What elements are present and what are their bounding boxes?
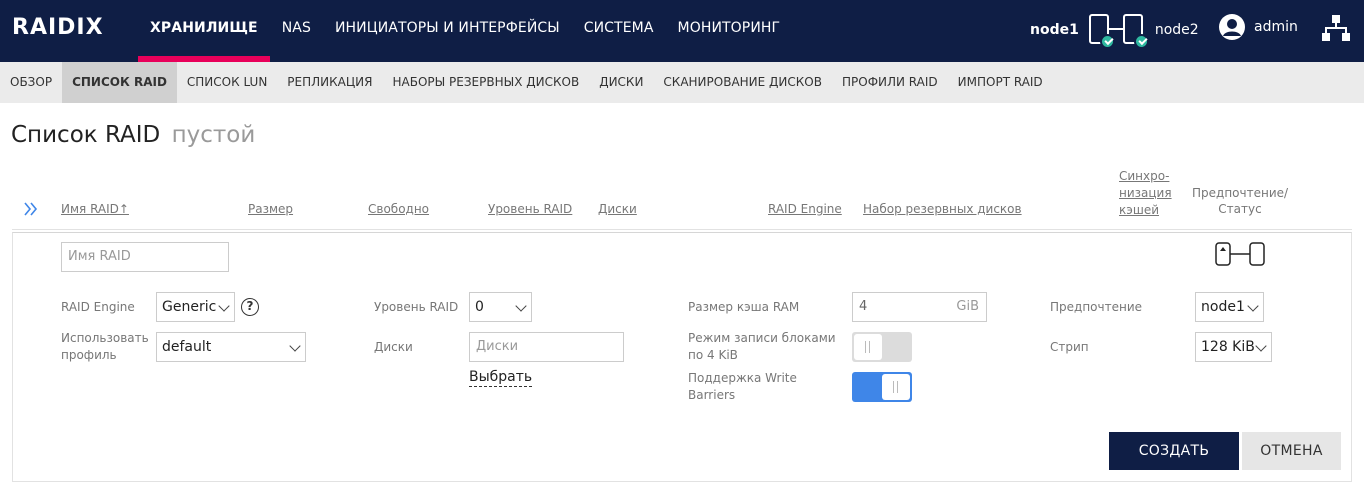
use-profile-label: Использовать профиль [61,330,149,364]
storage-subnav: ОБЗОР СПИСОК RAID СПИСОК LUN РЕПЛИКАЦИЯ … [0,62,1364,103]
user-menu[interactable]: admin [1218,13,1298,41]
chevron-down-icon [1247,300,1259,312]
col-raid-level[interactable]: Уровень RAID [488,202,572,216]
toggle-knob [854,334,882,360]
user-avatar-icon [1219,14,1245,40]
help-icon[interactable]: ? [241,298,259,316]
network-tree-icon[interactable] [1322,14,1350,42]
ram-cache-size-input[interactable]: 4 GiB [852,292,987,322]
nav-system[interactable]: СИСТЕМА [572,0,666,62]
profile-value: default [162,339,212,355]
dual-node-icon [1088,12,1149,49]
disks-label: Диски [374,340,413,354]
username: admin [1254,19,1298,35]
raidix-logo[interactable]: RAIDIX [12,15,104,40]
subnav-disk-scan[interactable]: СКАНИРОВАНИЕ ДИСКОВ [653,62,832,103]
subnav-raid-profiles[interactable]: ПРОФИЛИ RAID [832,62,948,103]
subnav-overview[interactable]: ОБЗОР [0,62,62,103]
cluster-nodes-status[interactable]: node1 node2 [1030,10,1199,50]
node1-ok-check-icon [1099,34,1115,49]
logo-text: RAIDIX [12,15,104,40]
chevron-down-icon [218,300,230,312]
col-free[interactable]: Свободно [368,202,429,216]
ram-cache-size-label: Размер кэша RAM [688,300,800,314]
raid-name-input[interactable]: Имя RAID [61,242,229,272]
preference-value: node1 [1201,299,1245,315]
create-button[interactable]: СОЗДАТЬ [1109,432,1239,470]
node1-label: node1 [1030,22,1079,38]
use-profile-label-line2: профиль [61,348,117,362]
disks-input[interactable]: Диски [469,332,624,362]
node-link-icon [1108,28,1123,30]
col-pref-line2: Статус [1218,202,1262,216]
raid-level-value: 0 [475,299,484,315]
node2-ok-check-icon [1133,34,1149,49]
preference-select[interactable]: node1 [1195,292,1264,322]
nav-initiators-interfaces[interactable]: ИНИЦИАТОРЫ И ИНТЕРФЕЙСЫ [323,0,572,62]
write-barriers-label-line2: Barriers [688,388,736,402]
ram-cache-size-value: 4 [859,299,868,314]
strip-select[interactable]: 128 KiB [1195,332,1272,362]
preference-label: Предпочтение [1050,300,1142,314]
strip-value: 128 KiB [1201,339,1255,355]
raid-level-label: Уровень RAID [374,300,459,314]
nav-storage[interactable]: ХРАНИЛИЩЕ [138,0,270,62]
page-title: Список RAID пустой [11,122,255,148]
col-cache-sync[interactable]: Синхро- низация кэшей [1119,168,1172,219]
col-disks[interactable]: Диски [598,202,637,216]
expand-all-icon[interactable] [24,202,38,216]
top-navbar: RAIDIX ХРАНИЛИЩЕ NAS ИНИЦИАТОРЫ И ИНТЕРФ… [0,0,1364,62]
raid-engine-select[interactable]: Generic [156,292,235,322]
subnav-lun-list[interactable]: СПИСОК LUN [177,62,277,103]
col-cache-sync-line1: Синхро- [1119,169,1170,183]
write-barriers-toggle[interactable] [852,372,912,402]
col-pref-line1: Предпочтение/ [1192,186,1289,200]
col-raid-engine[interactable]: RAID Engine [768,202,842,216]
main-nav: ХРАНИЛИЩЕ NAS ИНИЦИАТОРЫ И ИНТЕРФЕЙСЫ СИ… [138,0,792,62]
block4k-mode-label: Режим записи блоками по 4 KiB [688,330,836,364]
col-cache-sync-line2: низация [1119,186,1172,200]
raid-level-select[interactable]: 0 [469,292,532,322]
subnav-raid-list[interactable]: СПИСОК RAID [62,62,177,103]
ram-cache-unit: GiB [956,299,979,314]
use-profile-label-line1: Использовать [61,331,149,345]
col-spare-pool[interactable]: Набор резервных дисков [863,202,1022,216]
raid-engine-value: Generic [162,299,217,315]
col-cache-sync-line3: кэшей [1119,203,1159,217]
subnav-raid-import[interactable]: ИМПОРТ RAID [948,62,1053,103]
nav-monitoring[interactable]: МОНИТОРИНГ [666,0,793,62]
page-title-status: пустой [171,122,256,148]
nav-nas[interactable]: NAS [270,0,323,62]
cancel-button[interactable]: ОТМЕНА [1242,432,1341,470]
chevron-down-icon [1255,340,1267,352]
raid-engine-label: RAID Engine [61,300,135,314]
chevron-down-icon [289,340,301,352]
chevron-down-icon [515,300,527,312]
select-disks-link[interactable]: Выбрать [469,369,533,387]
write-barriers-label-line1: Поддержка Write [688,371,797,385]
subnav-disks[interactable]: ДИСКИ [589,62,653,103]
profile-select[interactable]: default [156,332,306,362]
block4k-mode-toggle[interactable] [852,332,912,362]
page-title-text: Список RAID [11,122,161,148]
col-raid-name[interactable]: Имя RAID↑ [61,202,129,216]
col-size[interactable]: Размер [248,202,293,216]
block4k-label-line2: по 4 KiB [688,348,738,362]
node2-label: node2 [1154,22,1199,38]
header-divider [12,229,1352,230]
toggle-knob [882,374,910,400]
strip-label: Стрип [1050,340,1089,354]
subnav-replication[interactable]: РЕПЛИКАЦИЯ [277,62,382,103]
block4k-label-line1: Режим записи блоками [688,331,836,345]
preferred-node-icon [1215,242,1265,266]
write-barriers-label: Поддержка Write Barriers [688,370,797,404]
subnav-spare-pools[interactable]: НАБОРЫ РЕЗЕРВНЫХ ДИСКОВ [383,62,590,103]
col-preference-status: Предпочтение/ Статус [1192,185,1288,217]
